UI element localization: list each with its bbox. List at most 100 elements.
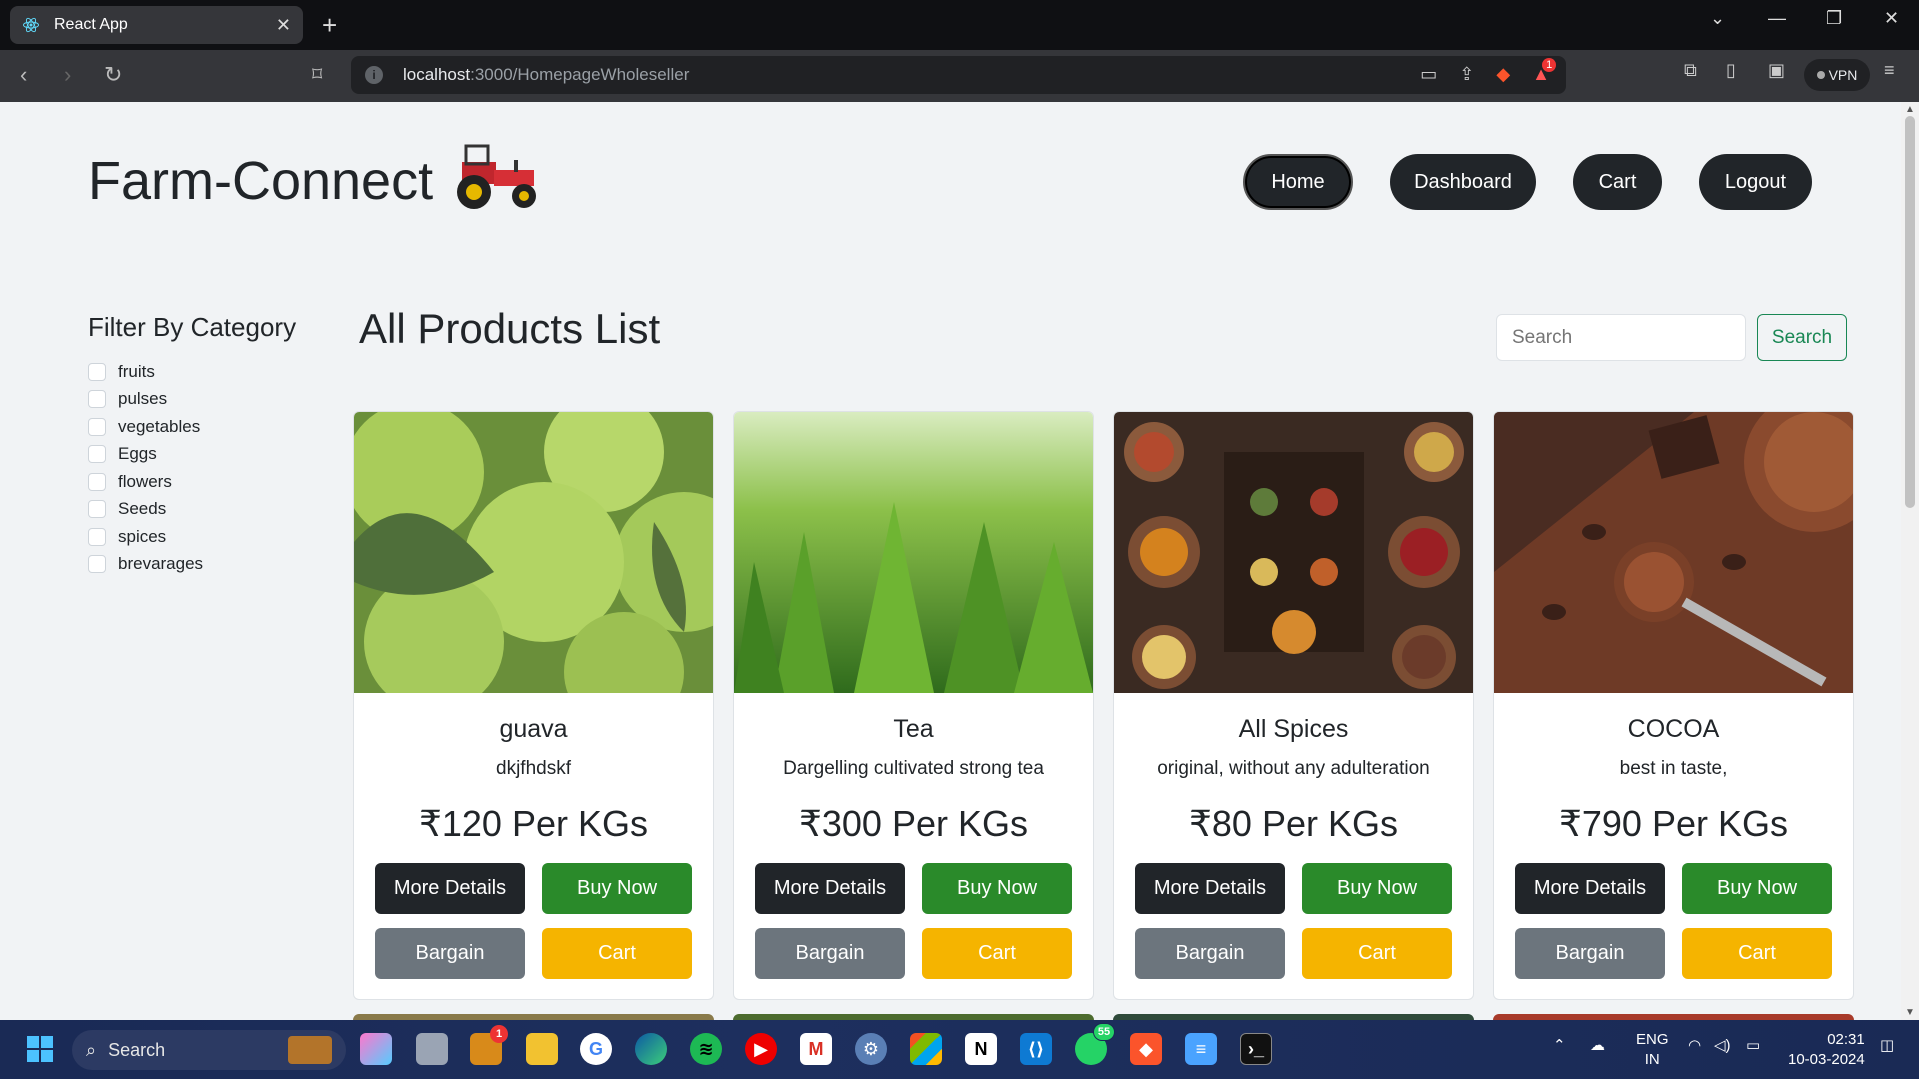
whatsapp-badge: 55 — [1093, 1023, 1115, 1041]
nav-home-button[interactable]: Home — [1243, 154, 1353, 210]
taskbar-search-label: Search — [108, 1039, 166, 1060]
terminal-icon[interactable]: ›_ — [1240, 1033, 1272, 1065]
settings-icon[interactable]: ⚙ — [855, 1033, 887, 1065]
nav-logout-button[interactable]: Logout — [1699, 154, 1812, 210]
taskbar-clock[interactable]: 02:31 10-03-2024 — [1788, 1030, 1865, 1070]
wifi-icon[interactable]: ◠ — [1688, 1036, 1701, 1054]
brave-browser-icon[interactable]: ◆ — [1130, 1033, 1162, 1065]
onedrive-icon[interactable]: ☁ — [1590, 1036, 1605, 1054]
category-item[interactable]: spices — [88, 523, 203, 551]
bargain-button[interactable]: Bargain — [375, 928, 525, 979]
bargain-button[interactable]: Bargain — [1515, 928, 1665, 979]
category-item[interactable]: flowers — [88, 468, 203, 496]
category-item[interactable]: pulses — [88, 386, 203, 414]
checkbox[interactable] — [88, 555, 106, 574]
new-tab-button[interactable]: + — [322, 10, 337, 40]
tea-image — [734, 412, 1093, 693]
category-filter-list: fruits pulses vegetables Eggs flowers Se… — [88, 358, 203, 578]
category-item[interactable]: brevarages — [88, 551, 203, 579]
nav-dashboard-button[interactable]: Dashboard — [1390, 154, 1536, 210]
volume-icon[interactable]: ◁) — [1714, 1036, 1731, 1054]
vpn-button[interactable]: VPN — [1804, 59, 1870, 91]
category-item[interactable]: Eggs — [88, 441, 203, 469]
site-info-icon[interactable]: i — [365, 66, 383, 84]
category-item[interactable]: vegetables — [88, 413, 203, 441]
more-details-button[interactable]: More Details — [375, 863, 525, 914]
add-to-cart-button[interactable]: Cart — [922, 928, 1072, 979]
more-details-button[interactable]: More Details — [1515, 863, 1665, 914]
category-item[interactable]: fruits — [88, 358, 203, 386]
battery-icon[interactable]: ▭ — [1746, 1036, 1760, 1054]
taskbar-search[interactable]: ⌕ Search — [72, 1030, 346, 1070]
bargain-button[interactable]: Bargain — [1135, 928, 1285, 979]
notification-badge: 1 — [1542, 58, 1557, 72]
reload-icon[interactable]: ↻ — [104, 62, 122, 88]
search-input[interactable] — [1496, 314, 1746, 361]
notification-center-icon[interactable]: ◫ — [1880, 1036, 1894, 1054]
google-chrome-icon[interactable]: G — [580, 1033, 612, 1065]
extensions-icon[interactable]: ⧉ — [1684, 60, 1697, 81]
forward-icon[interactable]: › — [64, 62, 71, 88]
search-button[interactable]: Search — [1757, 314, 1847, 361]
checkbox[interactable] — [88, 472, 106, 491]
checkbox[interactable] — [88, 362, 106, 381]
menu-icon[interactable]: ≡ — [1884, 60, 1895, 81]
bargain-button[interactable]: Bargain — [755, 928, 905, 979]
more-details-button[interactable]: More Details — [755, 863, 905, 914]
add-to-cart-button[interactable]: Cart — [1302, 928, 1452, 979]
edge-icon[interactable] — [635, 1033, 667, 1065]
minimize-icon[interactable]: — — [1768, 8, 1786, 29]
whatsapp-icon[interactable]: 55 — [1075, 1023, 1115, 1065]
checkbox[interactable] — [88, 527, 106, 546]
buy-now-button[interactable]: Buy Now — [1682, 863, 1832, 914]
scroll-down-icon[interactable]: ▼ — [1905, 1007, 1915, 1018]
bookmark-icon[interactable]: ⌑ — [312, 62, 322, 88]
add-to-cart-button[interactable]: Cart — [1682, 928, 1832, 979]
task-view-icon[interactable] — [416, 1033, 448, 1065]
brave-shield-icon[interactable]: ◆ — [1496, 64, 1510, 85]
youtube-icon[interactable]: ▶ — [745, 1033, 777, 1065]
cast-icon[interactable]: ▭ — [1420, 64, 1437, 85]
window-close-icon[interactable]: ✕ — [1884, 8, 1899, 29]
address-bar[interactable]: i localhost:3000/HomepageWholeseller ▭ ⇪… — [351, 56, 1566, 94]
checkbox[interactable] — [88, 390, 106, 409]
product-name: guava — [499, 715, 568, 743]
vscode-icon[interactable]: ⟨⟩ — [1020, 1033, 1052, 1065]
file-explorer-icon[interactable] — [526, 1033, 558, 1065]
product-price: ₹790 Per KGs — [1558, 803, 1788, 844]
page-scrollbar[interactable]: ▲ ▼ — [1901, 102, 1919, 1020]
tab-title: React App — [54, 16, 128, 33]
microsoft-store-icon[interactable] — [910, 1033, 942, 1065]
checkbox[interactable] — [88, 417, 106, 436]
scroll-up-icon[interactable]: ▲ — [1905, 104, 1915, 115]
brave-rewards-icon[interactable]: ▲ 1 — [1532, 58, 1557, 85]
wallet-icon[interactable]: ▣ — [1768, 60, 1785, 81]
restore-icon[interactable]: ❐ — [1826, 8, 1842, 29]
buy-now-button[interactable]: Buy Now — [1302, 863, 1452, 914]
buy-now-button[interactable]: Buy Now — [542, 863, 692, 914]
share-icon[interactable]: ⇪ — [1459, 64, 1474, 85]
buy-now-button[interactable]: Buy Now — [922, 863, 1072, 914]
checkbox[interactable] — [88, 500, 106, 519]
checkbox[interactable] — [88, 445, 106, 464]
tray-overflow-icon[interactable]: ⌃ — [1553, 1036, 1566, 1054]
tab-close-icon[interactable]: ✕ — [276, 15, 291, 36]
category-item[interactable]: Seeds — [88, 496, 203, 524]
tab-search-chevron-icon[interactable]: ⌄ — [1710, 8, 1725, 29]
scrollbar-thumb[interactable] — [1905, 116, 1915, 508]
copilot-icon[interactable] — [360, 1033, 392, 1065]
spotify-icon[interactable]: ≋ — [690, 1033, 722, 1065]
nav-cart-button[interactable]: Cart — [1573, 154, 1662, 210]
sidebar-toggle-icon[interactable]: ▯ — [1726, 60, 1736, 81]
add-to-cart-button[interactable]: Cart — [542, 928, 692, 979]
language-indicator[interactable]: ENG IN — [1636, 1030, 1669, 1070]
widgets-icon[interactable]: 1 — [470, 1025, 508, 1065]
browser-tab[interactable]: React App ✕ — [10, 6, 303, 44]
notepad-icon[interactable]: ≡ — [1185, 1033, 1217, 1065]
back-icon[interactable]: ‹ — [20, 62, 27, 88]
region-code: IN — [1644, 1051, 1660, 1068]
windows-start-icon[interactable] — [24, 1033, 56, 1065]
notion-icon[interactable]: N — [965, 1033, 997, 1065]
gmail-icon[interactable]: M — [800, 1033, 832, 1065]
more-details-button[interactable]: More Details — [1135, 863, 1285, 914]
